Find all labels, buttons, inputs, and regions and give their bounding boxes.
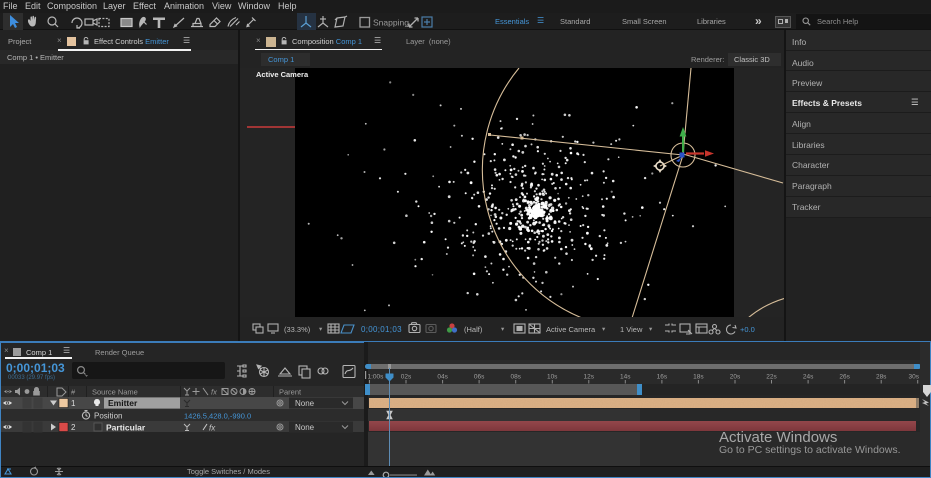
svg-text:10s: 10s <box>547 374 558 381</box>
svg-text:1:00s: 1:00s <box>368 374 385 381</box>
svg-text:fx: fx <box>209 423 216 432</box>
svg-text:14s: 14s <box>620 374 631 381</box>
svg-text:#: # <box>71 388 76 397</box>
svg-text:Toggle Switches / Modes: Toggle Switches / Modes <box>187 467 270 476</box>
svg-text:16s: 16s <box>657 374 668 381</box>
svg-text:Parent: Parent <box>279 388 302 397</box>
svg-text:1426.5,428.0,-990.0: 1426.5,428.0,-990.0 <box>184 411 251 420</box>
svg-text:06s: 06s <box>474 374 485 381</box>
svg-text:08s: 08s <box>510 374 521 381</box>
svg-text:Source Name: Source Name <box>92 388 138 397</box>
svg-text:02s: 02s <box>401 374 412 381</box>
svg-text:Particular: Particular <box>106 422 146 432</box>
svg-text:fx: fx <box>211 388 217 397</box>
svg-text:30s: 30s <box>909 374 920 381</box>
svg-text:20s: 20s <box>730 374 741 381</box>
svg-text:Emitter: Emitter <box>108 398 138 408</box>
svg-text:28s: 28s <box>876 374 887 381</box>
svg-text:None: None <box>295 399 315 408</box>
svg-text:04s: 04s <box>437 374 448 381</box>
svg-text:2: 2 <box>71 423 76 432</box>
svg-text:18s: 18s <box>693 374 704 381</box>
svg-text:24s: 24s <box>803 374 814 381</box>
svg-text:12s: 12s <box>584 374 595 381</box>
svg-text:None: None <box>295 423 315 432</box>
svg-text:22s: 22s <box>766 374 777 381</box>
svg-text:Position: Position <box>94 411 122 420</box>
svg-text:26s: 26s <box>839 374 850 381</box>
svg-text:1: 1 <box>71 399 76 408</box>
